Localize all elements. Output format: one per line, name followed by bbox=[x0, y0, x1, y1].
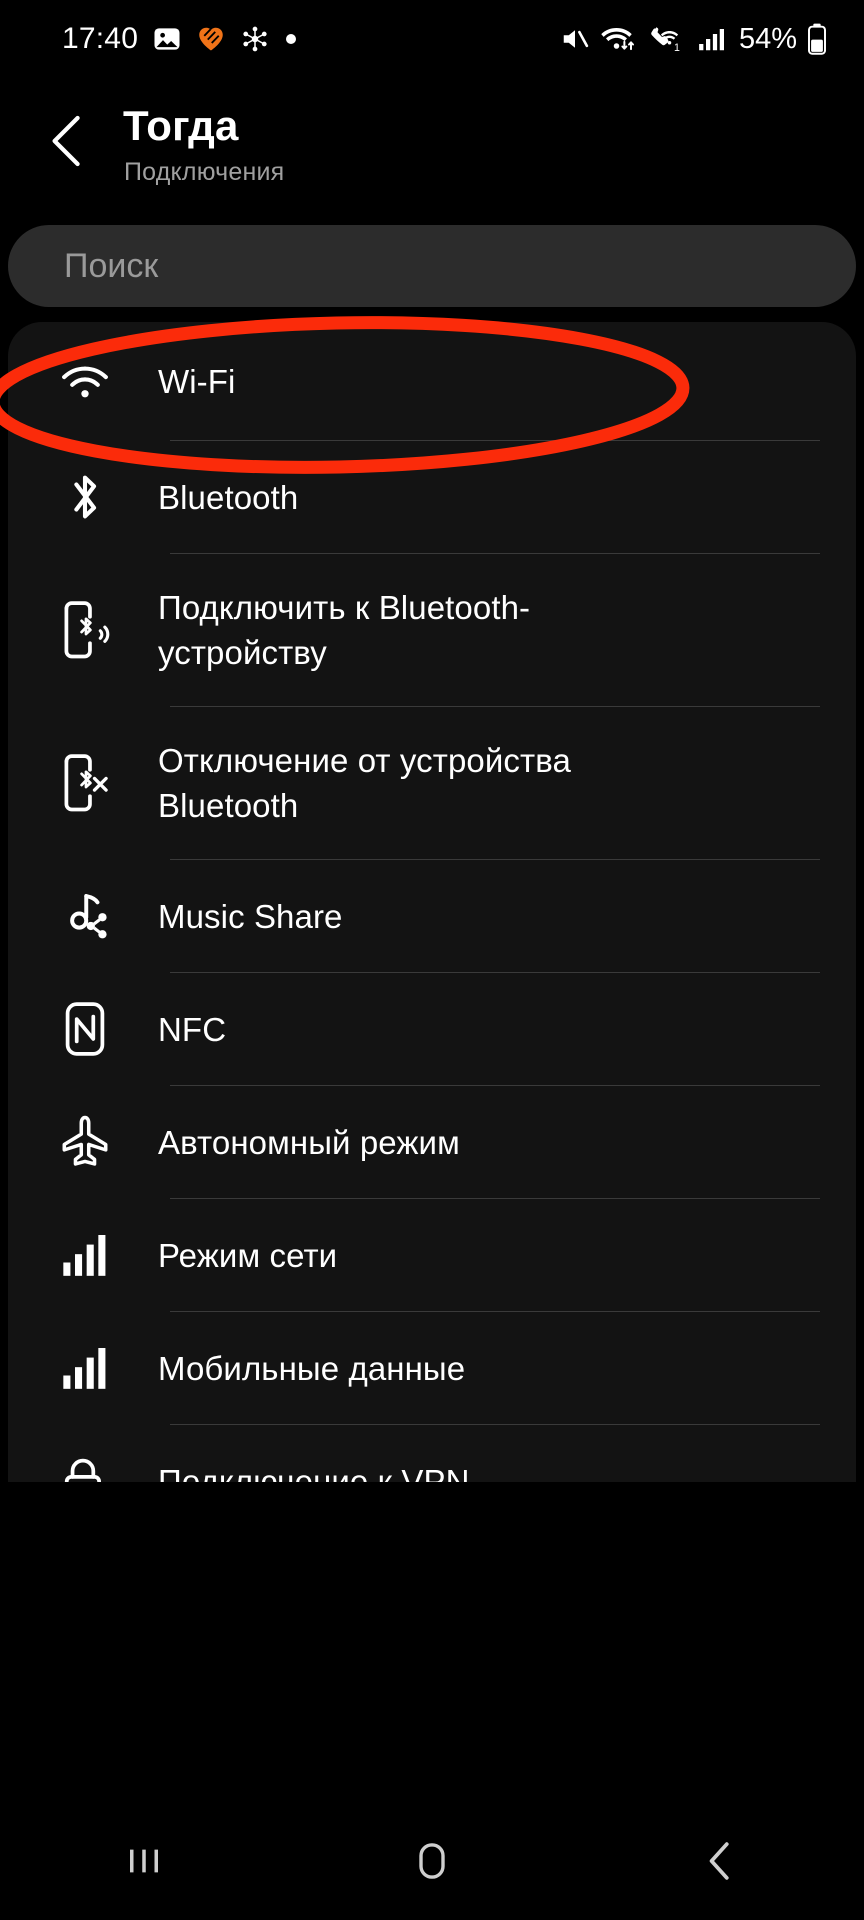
gallery-icon bbox=[152, 24, 182, 54]
list-item-wifi[interactable]: Wi-Fi bbox=[8, 322, 856, 440]
smartthings-icon bbox=[240, 24, 270, 54]
list-item-bluetooth[interactable]: Bluetooth bbox=[8, 441, 856, 553]
page-title: Тогда bbox=[123, 102, 239, 149]
battery-icon bbox=[806, 23, 828, 55]
list-item-nfc[interactable]: NFC bbox=[8, 973, 856, 1085]
list-item-vpn[interactable]: VPN Подключение к VPN bbox=[8, 1425, 856, 1482]
list-item-label: Подключить к Bluetooth-устройству bbox=[158, 589, 531, 671]
home-button[interactable] bbox=[352, 1811, 512, 1911]
music-share-icon bbox=[42, 873, 128, 959]
back-button[interactable] bbox=[640, 1811, 800, 1911]
list-item-connect-bluetooth-device[interactable]: Подключить к Bluetooth-устройству bbox=[8, 554, 856, 706]
list-item-music-share[interactable]: Music Share bbox=[8, 860, 856, 972]
signal-bars-icon bbox=[42, 1325, 128, 1411]
heart-orange-icon bbox=[196, 24, 226, 54]
bluetooth-icon bbox=[42, 454, 128, 540]
signal-bars-icon bbox=[696, 24, 726, 54]
settings-list: Wi-Fi Bluetooth Подключить к Bluetooth-у… bbox=[8, 322, 856, 1482]
phone-bluetooth-disconnect-icon bbox=[42, 740, 128, 826]
page-subtitle: Подключения bbox=[124, 158, 285, 186]
back-chevron-icon[interactable] bbox=[45, 114, 91, 168]
list-item-mobile-data[interactable]: Мобильные данные bbox=[8, 1312, 856, 1424]
mute-icon bbox=[559, 24, 591, 54]
recents-button[interactable] bbox=[64, 1811, 224, 1911]
list-item-label: Bluetooth bbox=[158, 478, 299, 516]
phone-screen: 17:40 1 54% Тогда Подключения Поиск Wi-F… bbox=[0, 0, 864, 1920]
list-item-label: Отключение от устройства Bluetooth bbox=[158, 742, 571, 824]
search-input[interactable]: Поиск bbox=[64, 247, 158, 286]
signal-bars-icon bbox=[42, 1212, 128, 1298]
nfc-icon bbox=[42, 986, 128, 1072]
status-bar-right: 1 54% bbox=[559, 23, 828, 56]
svg-text:1: 1 bbox=[674, 42, 680, 54]
vowifi-call-icon: 1 bbox=[647, 24, 687, 54]
list-item-label: Music Share bbox=[158, 897, 343, 935]
list-item-label: Автономный режим bbox=[158, 1123, 460, 1161]
list-item-airplane-mode[interactable]: Автономный режим bbox=[8, 1086, 856, 1198]
page-header: Тогда Подключения bbox=[0, 96, 864, 206]
phone-bluetooth-connect-icon bbox=[42, 587, 128, 673]
list-item-label: NFC bbox=[158, 1010, 227, 1048]
status-bar: 17:40 1 54% bbox=[0, 0, 864, 78]
vpn-lock-icon: VPN bbox=[42, 1438, 128, 1482]
search-bar[interactable]: Поиск bbox=[8, 225, 856, 307]
wifi-data-icon bbox=[600, 24, 638, 54]
list-item-label: Wi-Fi bbox=[158, 362, 236, 400]
battery-percent: 54% bbox=[738, 22, 797, 55]
list-item-label: Подключение к VPN bbox=[158, 1462, 470, 1483]
list-item-disconnect-bluetooth-device[interactable]: Отключение от устройства Bluetooth bbox=[8, 707, 856, 859]
status-time: 17:40 bbox=[62, 22, 139, 55]
dot-icon bbox=[284, 32, 298, 46]
status-bar-left: 17:40 bbox=[62, 22, 298, 56]
list-item-network-mode[interactable]: Режим сети bbox=[8, 1199, 856, 1311]
navigation-bar bbox=[0, 1802, 864, 1920]
list-item-label: Мобильные данные bbox=[158, 1349, 466, 1387]
wifi-icon bbox=[42, 338, 128, 424]
airplane-icon bbox=[42, 1099, 128, 1185]
list-item-label: Режим сети bbox=[158, 1236, 338, 1274]
